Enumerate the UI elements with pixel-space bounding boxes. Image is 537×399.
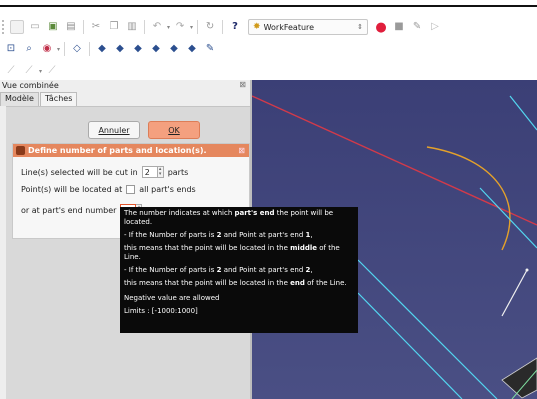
toolbar-separator bbox=[144, 20, 145, 34]
tooltip-line: Limits : [-1000:1000] bbox=[124, 307, 198, 315]
tab-tasks[interactable]: Tâches bbox=[39, 92, 78, 106]
save-file-icon[interactable]: ▣ bbox=[46, 20, 60, 34]
ok-button[interactable]: OK bbox=[148, 121, 200, 139]
all-ends-row: Point(s) will be located at all part's e… bbox=[21, 185, 196, 194]
measure-distance-icon[interactable]: ✎ bbox=[203, 42, 217, 56]
all-ends-label: Point(s) will be located at bbox=[21, 185, 123, 194]
all-ends-checkbox[interactable] bbox=[126, 185, 136, 194]
view-right-icon[interactable]: ◆ bbox=[131, 42, 145, 56]
print-icon[interactable]: ▤ bbox=[64, 20, 78, 34]
end-number-tooltip: The number indicates at which part's end… bbox=[120, 207, 358, 333]
edit-macro-icon[interactable]: ✎ bbox=[410, 20, 424, 34]
undo-icon[interactable]: ↶ bbox=[150, 20, 164, 34]
cyan-line[interactable] bbox=[357, 292, 463, 399]
view-top-icon[interactable]: ◆ bbox=[113, 42, 127, 56]
parts-row: Line(s) selected will be cut in 2 ▴ ▾ par… bbox=[21, 166, 188, 178]
stop-macro-icon[interactable]: ■ bbox=[392, 20, 406, 34]
record-macro-icon[interactable]: ● bbox=[374, 20, 388, 34]
toolbar-separator bbox=[83, 20, 84, 34]
tooltip-line: The number indicates at which part's end… bbox=[124, 209, 334, 226]
tooltip-line: this means that the point will be locate… bbox=[124, 244, 340, 261]
toolbar-grip[interactable] bbox=[2, 20, 6, 34]
main-toolbar: ▭ ▣ ▤ ✂ ❐ ▥ ↶ ▾ ↷ ▾ ↻ ? ✸ WorkFeature ⇕ … bbox=[0, 17, 444, 37]
collapse-icon[interactable]: ⊠ bbox=[238, 146, 245, 155]
window-top-strip bbox=[0, 0, 537, 8]
draw-style-icon[interactable]: ◉ bbox=[40, 42, 54, 56]
toolbar-separator bbox=[89, 42, 91, 56]
top-border bbox=[0, 5, 537, 7]
dialog-header: Define number of parts and location(s). … bbox=[13, 144, 249, 157]
line-cut-icon[interactable]: ⟋ bbox=[4, 64, 18, 78]
red-line[interactable] bbox=[252, 95, 537, 226]
tooltip-line: Negative value are allowed bbox=[124, 294, 220, 302]
fit-selection-icon[interactable]: ⌕ bbox=[22, 42, 36, 56]
paste-icon[interactable]: ▥ bbox=[125, 20, 139, 34]
what-is-this-icon[interactable]: ? bbox=[228, 20, 242, 34]
tooltip-line: this means that the point will be locate… bbox=[124, 279, 347, 287]
workfeature-toolbar: ⟋ ⟋ ▾ ⟋ bbox=[0, 61, 61, 81]
white-line[interactable] bbox=[501, 269, 528, 317]
view-left-icon[interactable]: ◆ bbox=[185, 42, 199, 56]
orange-arc[interactable] bbox=[426, 146, 511, 251]
view-axonometric-icon[interactable]: ◇ bbox=[70, 42, 84, 56]
cyan-line[interactable] bbox=[357, 259, 498, 399]
tooltip-line: - If the Number of parts is 2 and Point … bbox=[124, 266, 313, 274]
redo-icon[interactable]: ↷ bbox=[173, 20, 187, 34]
cut-icon[interactable]: ✂ bbox=[89, 20, 103, 34]
view-toolbar: ⊡ ⌕ ◉ ▾ ◇ ◆ ◆ ◆ ◆ ◆ ◆ ✎ bbox=[0, 39, 219, 59]
panel-close-icon[interactable]: ⊠ bbox=[239, 80, 246, 89]
view-front-icon[interactable]: ◆ bbox=[95, 42, 109, 56]
refresh-icon[interactable]: ↻ bbox=[203, 20, 217, 34]
dialog-title: Define number of parts and location(s). bbox=[28, 146, 207, 155]
panel-tabs: Modèle Tâches bbox=[0, 92, 78, 106]
fit-all-icon[interactable]: ⊡ bbox=[4, 42, 18, 56]
cyan-line[interactable] bbox=[479, 187, 537, 249]
parts-value[interactable]: 2 bbox=[141, 166, 158, 178]
view-rear-icon[interactable]: ◆ bbox=[149, 42, 163, 56]
tooltip-line: - If the Number of parts is 2 and Point … bbox=[124, 231, 313, 239]
chevron-down-icon: ⇕ bbox=[357, 23, 364, 31]
workbench-icon: ✸ bbox=[253, 22, 261, 32]
parts-suffix: parts bbox=[167, 167, 189, 177]
redo-dropdown-icon[interactable]: ▾ bbox=[190, 24, 193, 31]
draw-style-dropdown-icon[interactable]: ▾ bbox=[57, 46, 60, 53]
task-button-row: Annuler OK bbox=[88, 121, 200, 139]
point-marker[interactable] bbox=[525, 268, 529, 272]
cancel-button[interactable]: Annuler bbox=[88, 121, 140, 139]
dialog-icon bbox=[16, 146, 25, 155]
toolbar-separator bbox=[197, 20, 199, 34]
tab-model[interactable]: Modèle bbox=[0, 92, 39, 106]
workbench-label: WorkFeature bbox=[263, 22, 315, 32]
toolbar-separator bbox=[64, 42, 66, 56]
run-macro-icon[interactable]: ▷ bbox=[428, 20, 442, 34]
open-file-icon[interactable]: ▭ bbox=[28, 20, 42, 34]
solid-shape[interactable] bbox=[501, 357, 537, 399]
stepper-arrows-icon[interactable]: ▴▾ bbox=[157, 166, 164, 178]
parts-label: Line(s) selected will be cut in bbox=[21, 167, 138, 177]
copy-icon[interactable]: ❐ bbox=[107, 20, 121, 34]
undo-dropdown-icon[interactable]: ▾ bbox=[167, 24, 170, 31]
line-tools-dropdown-icon[interactable]: ▾ bbox=[39, 68, 42, 75]
toolbar-separator bbox=[222, 20, 224, 34]
new-file-icon[interactable] bbox=[10, 20, 24, 34]
cyan-line[interactable] bbox=[509, 95, 537, 131]
end-number-label: or at part's end number bbox=[21, 205, 117, 215]
all-ends-suffix: all part's ends bbox=[139, 185, 196, 194]
line-point-icon[interactable]: ⟋ bbox=[45, 64, 59, 78]
parts-stepper[interactable]: 2 ▴ ▾ bbox=[141, 166, 164, 178]
view-bottom-icon[interactable]: ◆ bbox=[167, 42, 181, 56]
workbench-selector[interactable]: ✸ WorkFeature ⇕ bbox=[248, 19, 369, 35]
line-split-icon[interactable]: ⟋ bbox=[22, 64, 36, 78]
